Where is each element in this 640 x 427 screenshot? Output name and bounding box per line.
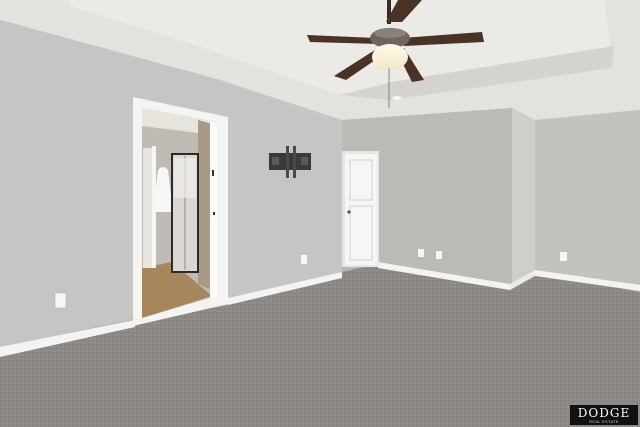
bathroom-doorway[interactable] <box>133 97 228 326</box>
outlet-right <box>560 252 567 261</box>
outlet-back-2 <box>436 251 442 259</box>
shower-glass <box>174 158 196 198</box>
brand-watermark: DODGE REAL ESTATE <box>570 405 638 425</box>
bathroom-wall-right <box>198 120 212 290</box>
column-wall <box>512 108 535 287</box>
room-illustration <box>0 0 640 427</box>
watermark-name: DODGE <box>577 405 631 420</box>
fan-light <box>372 44 408 70</box>
outlet-back-1 <box>418 249 424 257</box>
smoke-detector <box>392 96 402 100</box>
open-door <box>210 122 217 298</box>
outlet-left <box>54 292 67 309</box>
door-hinge-shadow <box>212 170 214 176</box>
inner-doorway <box>143 148 153 268</box>
right-wall <box>535 110 640 290</box>
closet-knob <box>347 210 351 214</box>
bedroom-photo: DODGE REAL ESTATE <box>0 0 640 427</box>
fan-motor-rim <box>374 28 406 38</box>
outlet-wall-mid <box>301 255 307 264</box>
closet-door[interactable] <box>342 151 379 267</box>
watermark-tagline: REAL ESTATE <box>589 418 619 424</box>
door-latch <box>213 212 215 215</box>
